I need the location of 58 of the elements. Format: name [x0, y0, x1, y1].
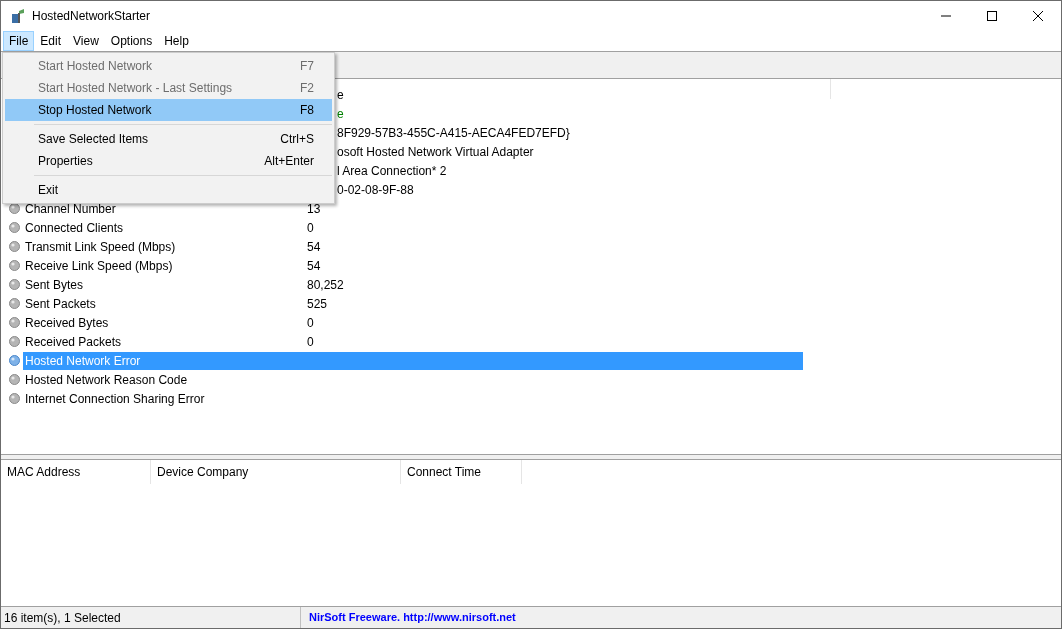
menu-item[interactable]: Stop Hosted Network F8 [5, 99, 332, 121]
property-name: Hosted Network Error [24, 352, 142, 370]
property-name: Sent Bytes [24, 276, 85, 294]
property-name: Channel Number [24, 200, 117, 218]
status-text: 16 item(s), 1 Selected [1, 607, 301, 628]
status-dot-icon [9, 203, 20, 214]
menu-bar-item[interactable]: Edit [34, 31, 68, 51]
status-dot-icon [9, 393, 20, 404]
list-row[interactable]: Sent Bytes 80,252 [23, 275, 803, 294]
property-value: 80,252 [307, 276, 344, 294]
property-name: Received Packets [24, 333, 123, 351]
menu-bar-item[interactable]: Options [104, 31, 159, 51]
column-header[interactable]: Device Company [151, 460, 401, 484]
list-row[interactable]: Channel Number 13 [23, 199, 803, 218]
list-row[interactable]: Receive Link Speed (Mbps) 54 [23, 256, 803, 275]
menu-bar-item[interactable]: View [67, 31, 105, 51]
status-dot-icon [9, 374, 20, 385]
close-icon [1033, 11, 1043, 21]
property-name: Receive Link Speed (Mbps) [24, 257, 174, 275]
status-dot-icon [9, 279, 20, 290]
status-dot-icon [9, 260, 20, 271]
window-title: HostedNetworkStarter [32, 8, 151, 25]
maximize-icon [987, 11, 997, 21]
property-name: Connected Clients [24, 219, 125, 237]
list-row[interactable]: Received Packets 0 [23, 332, 803, 351]
column-header[interactable]: MAC Address [1, 460, 151, 484]
property-value: 54 [307, 238, 321, 256]
column-header[interactable]: Connect Time [401, 460, 522, 484]
menu-item[interactable]: Properties Alt+Enter [5, 150, 332, 172]
menu-bar-item[interactable]: Help [158, 31, 195, 51]
menu-bar-item[interactable]: File [3, 31, 35, 51]
property-name: Internet Connection Sharing Error [24, 390, 206, 408]
list-row[interactable]: Received Bytes 0 [23, 313, 803, 332]
list-row[interactable]: Hosted Network Reason Code [23, 370, 803, 389]
property-value: 0 [307, 219, 314, 237]
property-name: Sent Packets [24, 295, 97, 313]
status-dot-icon [9, 336, 20, 347]
list-row[interactable]: Connected Clients 0 [23, 218, 803, 237]
property-value: 525 [307, 295, 328, 313]
status-dot-icon [9, 317, 20, 328]
property-name: Hosted Network Reason Code [24, 371, 189, 389]
credit-link[interactable]: NirSoft Freeware. http://www.nirsoft.net [301, 609, 516, 626]
status-dot-icon [9, 355, 20, 366]
menu-item[interactable]: Exit [5, 179, 332, 201]
property-value: 13 [307, 200, 321, 218]
property-value: 0 [307, 314, 314, 332]
menu-item[interactable]: Save Selected Items Ctrl+S [5, 128, 332, 150]
property-value: 54 [307, 257, 321, 275]
app-icon [10, 8, 26, 24]
property-value: 0 [307, 333, 314, 351]
property-name: Transmit Link Speed (Mbps) [24, 238, 177, 256]
property-name: Received Bytes [24, 314, 110, 332]
list-row[interactable]: Internet Connection Sharing Error [23, 389, 803, 408]
status-dot-icon [9, 241, 20, 252]
status-dot-icon [9, 222, 20, 233]
list-row[interactable]: Transmit Link Speed (Mbps) 54 [23, 237, 803, 256]
status-dot-icon [9, 298, 20, 309]
list-row[interactable]: Sent Packets 525 [23, 294, 803, 313]
